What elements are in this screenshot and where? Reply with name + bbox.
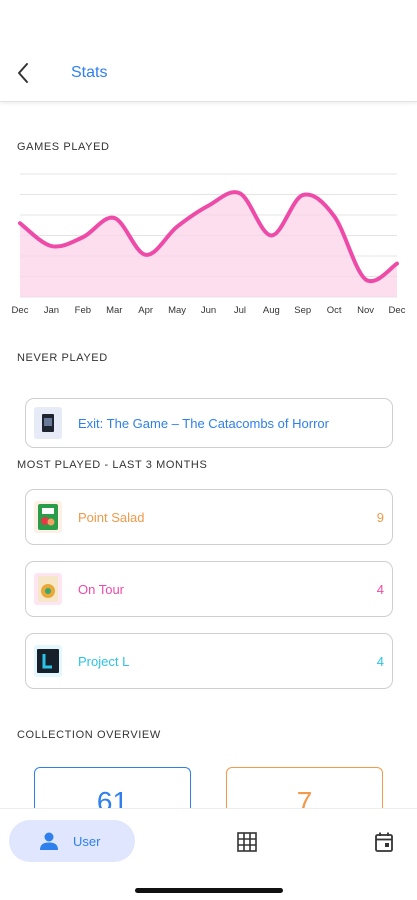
game-thumbnail (34, 573, 62, 605)
back-button[interactable] (10, 60, 36, 86)
games-played-chart-svg: Dec Jan Feb Mar Apr May Jun Jul Aug Sep Oct Nov Dec (12, 173, 406, 316)
collection-overview-heading: COLLECTION OVERVIEW (17, 729, 161, 741)
nav-user-label: User (73, 833, 101, 849)
game-box-icon (38, 576, 58, 602)
game-box-icon (38, 504, 58, 530)
most-played-card[interactable]: Project L 4 (25, 633, 393, 689)
page-title: Stats (71, 64, 108, 81)
play-count: 9 (376, 509, 384, 525)
grid-icon (237, 832, 257, 852)
x-tick-label: Jul (234, 305, 246, 316)
game-thumbnail (34, 645, 62, 677)
game-thumbnail (34, 501, 62, 533)
x-tick-label: Feb (75, 305, 91, 316)
x-tick-label: Mar (106, 305, 122, 316)
game-name: Point Salad (78, 509, 145, 525)
never-played-card[interactable]: Exit: The Game – The Catacombs of Horror (25, 398, 393, 448)
x-tick-label: Oct (327, 305, 342, 316)
bottom-navigation: User (0, 808, 417, 900)
games-played-heading: GAMES PLAYED (17, 141, 110, 153)
user-icon (40, 832, 58, 850)
most-played-card[interactable]: On Tour 4 (25, 561, 393, 617)
x-tick-label: Jun (201, 305, 216, 316)
x-tick-label: Jan (44, 305, 59, 316)
x-tick-label: Sep (294, 305, 311, 316)
never-played-heading: NEVER PLAYED (17, 352, 108, 364)
game-box-icon (42, 414, 54, 432)
game-thumbnail (34, 407, 62, 439)
x-tick-label: Dec (389, 305, 406, 316)
chevron-left-icon (18, 63, 28, 83)
home-indicator (135, 888, 283, 893)
nav-user-tab[interactable]: User (9, 820, 135, 862)
most-played-card[interactable]: Point Salad 9 (25, 489, 393, 545)
nav-calendar-tab[interactable] (373, 831, 395, 853)
game-name: Project L (78, 653, 130, 669)
game-box-icon (37, 649, 59, 673)
nav-collection-tab[interactable] (236, 831, 258, 853)
play-count: 4 (376, 581, 384, 597)
most-played-heading: MOST PLAYED - LAST 3 MONTHS (17, 459, 208, 471)
x-tick-label: Aug (263, 305, 280, 316)
calendar-icon (375, 832, 393, 852)
games-played-chart: Dec Jan Feb Mar Apr May Jun Jul Aug Sep Oct Nov Dec (0, 160, 417, 330)
x-tick-label: Apr (138, 305, 153, 316)
x-tick-label: Dec (12, 305, 29, 316)
x-tick-label: May (168, 305, 186, 316)
x-tick-label: Nov (357, 305, 374, 316)
header-bar: Stats (0, 0, 417, 102)
game-name: On Tour (78, 581, 125, 597)
game-name: Exit: The Game – The Catacombs of Horror (78, 415, 329, 431)
play-count: 4 (376, 653, 384, 669)
